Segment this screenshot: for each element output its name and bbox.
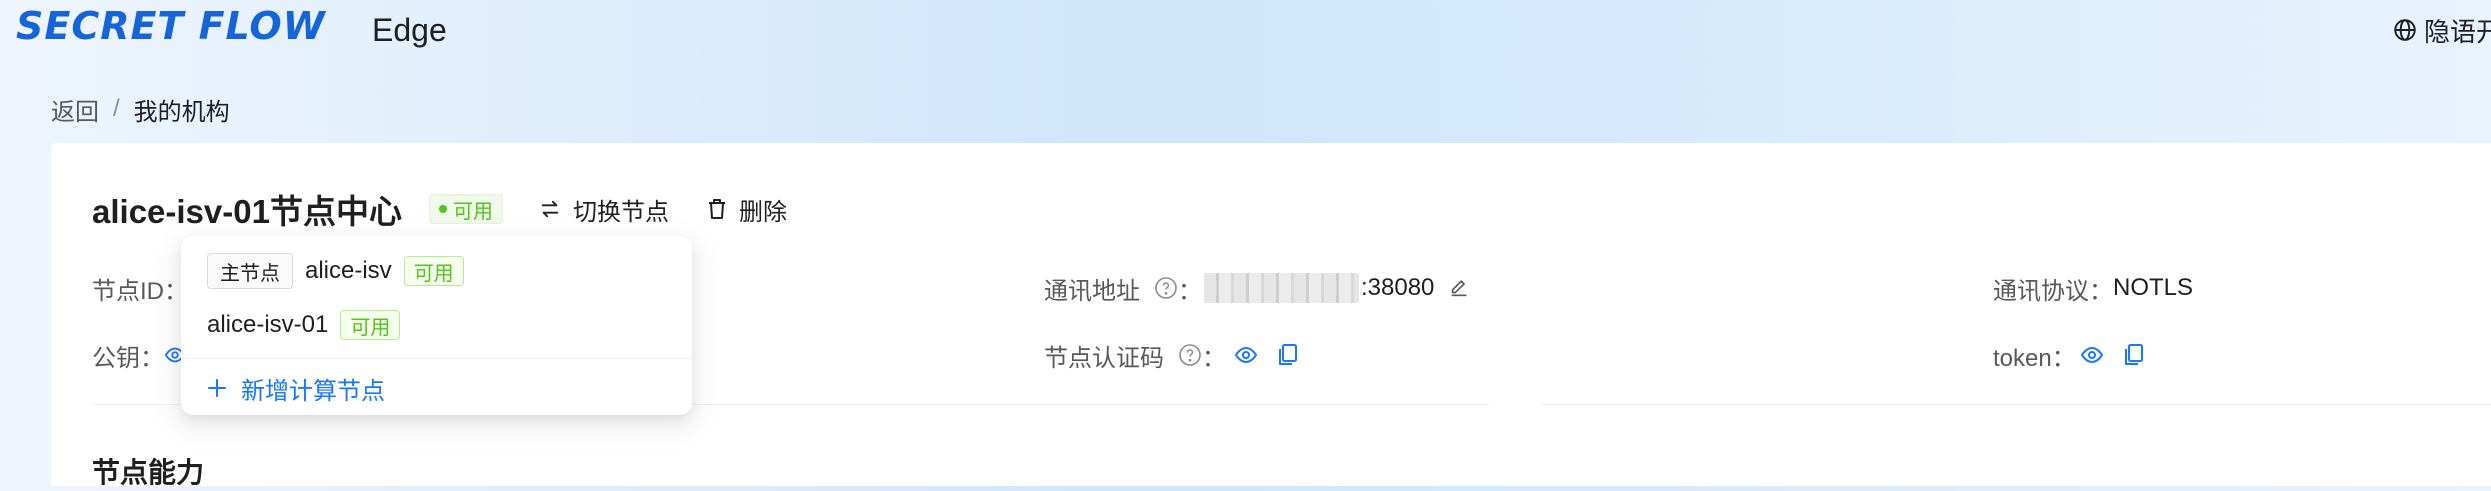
cert-field: 节点认证码 ：: [1044, 337, 1298, 373]
protocol-value: NOTLS: [2113, 274, 2194, 301]
address-port: :38080: [1361, 274, 1435, 301]
node-title: alice-isv-01节点中心: [92, 193, 402, 230]
node-title-row: alice-isv-01节点中心 可用 切换节点 删除: [92, 187, 787, 231]
section-divider: [1541, 404, 2491, 405]
public-key-field: 公钥：: [92, 337, 186, 373]
address-colon: ：: [1178, 277, 1202, 305]
node-switch-dropdown: 主节点 alice-isv 可用 alice-isv-01 可用 新增计算节点: [181, 236, 692, 415]
delete-node-label: 删除: [738, 198, 787, 226]
switch-node-button[interactable]: 切换节点: [539, 192, 669, 227]
token-field: token：: [1993, 337, 2144, 373]
swap-icon: [539, 198, 561, 220]
switch-node-label: 切换节点: [572, 198, 669, 226]
app-name: Edge: [372, 12, 447, 48]
node-status-badge: 可用: [428, 194, 503, 224]
dropdown-node-item[interactable]: alice-isv-01 可用: [207, 306, 401, 344]
node-status-text: 可用: [452, 200, 493, 223]
plus-icon: [207, 378, 227, 398]
address-ip-masked: [1204, 273, 1359, 303]
node-id-label: 节点ID：: [92, 277, 188, 305]
breadcrumb: 返回 / 我的机构: [51, 92, 230, 126]
add-compute-node-label: 新增计算节点: [241, 377, 385, 405]
status-dot: [438, 205, 447, 213]
copy-icon[interactable]: [2122, 343, 2144, 367]
token-label: token：: [1993, 344, 2076, 372]
cert-colon: ：: [1202, 344, 1226, 372]
delete-node-button[interactable]: 删除: [707, 192, 787, 227]
node-id-field: 节点ID：: [92, 270, 188, 306]
breadcrumb-current: 我的机构: [133, 98, 230, 126]
protocol-label: 通讯协议：: [1993, 277, 2113, 305]
eye-icon[interactable]: [2080, 343, 2104, 367]
address-field: 通讯地址 ： :38080: [1044, 270, 1470, 306]
language-switch[interactable]: 隐语开: [2392, 12, 2491, 48]
protocol-field: 通讯协议： NOTLS: [1993, 270, 2193, 306]
trash-icon: [707, 198, 727, 220]
copy-icon[interactable]: [1276, 343, 1298, 367]
dropdown-divider: [181, 358, 692, 359]
top-bar: SECRET FLOW Edge 隐语开: [0, 0, 2491, 60]
secretflow-logo[interactable]: SECRET FLOW: [16, 2, 326, 50]
globe-icon: [2392, 17, 2418, 43]
node-capability-title: 节点能力: [92, 457, 205, 488]
breadcrumb-back-link[interactable]: 返回: [51, 92, 99, 127]
breadcrumb-separator: /: [113, 95, 120, 122]
dropdown-node-name: alice-isv: [305, 257, 392, 284]
edit-icon[interactable]: [1448, 277, 1470, 299]
dropdown-node-status-badge: 可用: [403, 256, 464, 286]
dropdown-node-item[interactable]: 主节点 alice-isv 可用: [207, 252, 464, 290]
primary-node-badge: 主节点: [207, 253, 293, 289]
question-circle-icon[interactable]: [1178, 343, 1202, 367]
cert-label: 节点认证码: [1044, 344, 1164, 372]
language-label: 隐语开: [2424, 16, 2491, 47]
address-label: 通讯地址: [1044, 277, 1140, 305]
dropdown-node-status-badge: 可用: [340, 310, 401, 340]
eye-icon[interactable]: [1234, 343, 1258, 367]
question-circle-icon[interactable]: [1154, 276, 1178, 300]
public-key-label: 公钥：: [92, 344, 164, 372]
add-compute-node-button[interactable]: 新增计算节点: [207, 370, 385, 406]
dropdown-node-name: alice-isv-01: [207, 311, 329, 338]
